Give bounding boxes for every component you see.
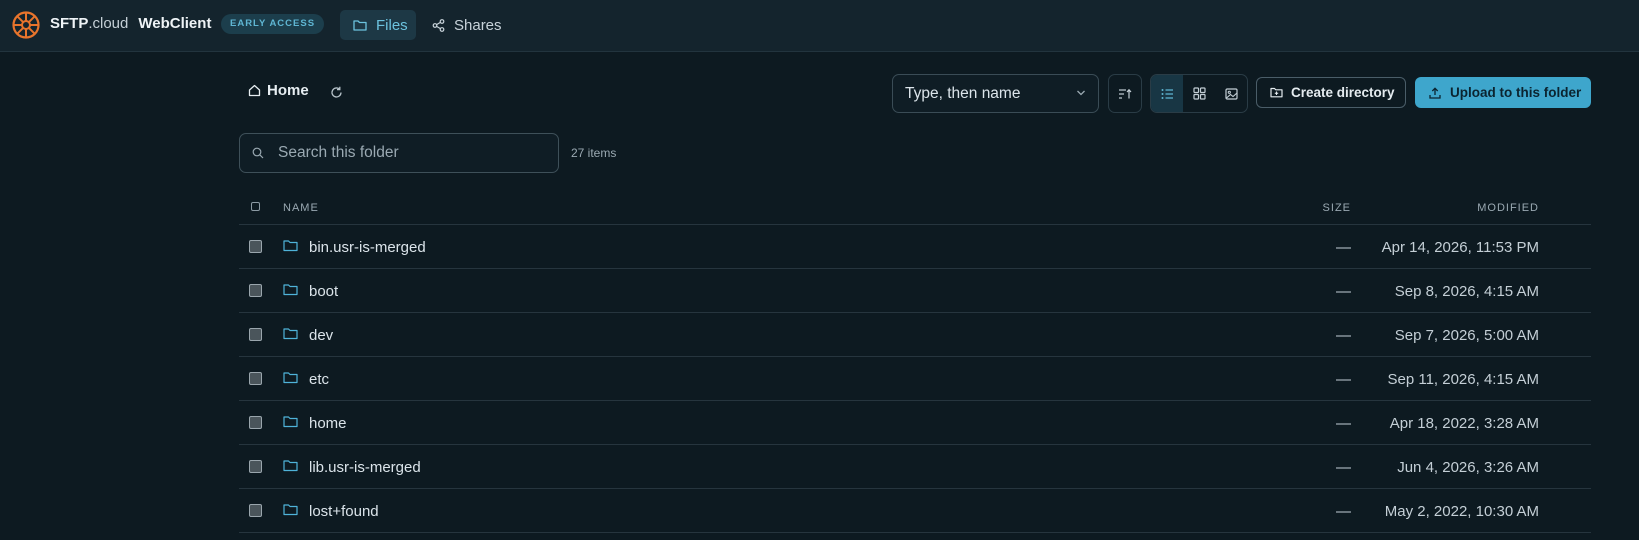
row-checkbox[interactable] bbox=[249, 328, 262, 341]
nav-shares-label: Shares bbox=[454, 16, 502, 34]
brand-suffix: .cloud bbox=[88, 15, 129, 32]
file-size: — bbox=[1336, 283, 1351, 300]
folder-icon bbox=[283, 240, 298, 252]
file-name[interactable]: home bbox=[309, 415, 347, 432]
list-icon bbox=[1161, 88, 1173, 99]
search-input[interactable] bbox=[276, 134, 554, 172]
refresh-icon[interactable] bbox=[330, 86, 343, 99]
sort-ascending-icon bbox=[1119, 88, 1132, 99]
file-size: — bbox=[1336, 415, 1351, 432]
grid-view-button[interactable] bbox=[1183, 75, 1215, 112]
table-row[interactable]: lost+found — May 2, 2022, 10:30 AM bbox=[239, 489, 1591, 533]
file-name[interactable]: lib.usr-is-merged bbox=[309, 459, 421, 476]
sort-select-value: Type, then name bbox=[905, 85, 1021, 102]
table-row[interactable]: boot — Sep 8, 2026, 4:15 AM bbox=[239, 269, 1591, 313]
table-row[interactable]: lib.usr-is-merged — Jun 4, 2026, 3:26 AM bbox=[239, 445, 1591, 489]
column-header-size[interactable]: SIZE bbox=[1323, 202, 1351, 214]
breadcrumb-home[interactable]: Home bbox=[248, 82, 309, 99]
create-directory-button[interactable]: Create directory bbox=[1256, 77, 1406, 108]
search-box bbox=[239, 133, 559, 173]
row-checkbox[interactable] bbox=[249, 460, 262, 473]
file-size: — bbox=[1336, 503, 1351, 520]
upload-label: Upload to this folder bbox=[1450, 85, 1582, 100]
nav-files-label: Files bbox=[376, 16, 408, 34]
folder-icon bbox=[353, 20, 367, 31]
file-size: — bbox=[1336, 327, 1351, 344]
file-name[interactable]: bin.usr-is-merged bbox=[309, 239, 426, 256]
view-mode-toggle bbox=[1150, 74, 1248, 113]
gallery-view-button[interactable] bbox=[1215, 75, 1247, 112]
upload-icon bbox=[1429, 86, 1441, 99]
list-view-button[interactable] bbox=[1151, 75, 1183, 112]
ship-wheel-icon[interactable] bbox=[11, 10, 41, 40]
file-name[interactable]: boot bbox=[309, 283, 338, 300]
file-modified: Apr 18, 2022, 3:28 AM bbox=[1389, 415, 1539, 432]
select-all-checkbox[interactable] bbox=[251, 202, 260, 211]
row-checkbox[interactable] bbox=[249, 416, 262, 429]
file-size: — bbox=[1336, 459, 1351, 476]
file-name[interactable]: etc bbox=[309, 371, 329, 388]
image-icon bbox=[1224, 87, 1238, 100]
folder-icon bbox=[283, 460, 298, 472]
folder-icon bbox=[283, 372, 298, 384]
folder-icon bbox=[283, 504, 298, 516]
product-name: WebClient bbox=[138, 15, 212, 32]
file-name[interactable]: dev bbox=[309, 327, 333, 344]
file-size: — bbox=[1336, 239, 1351, 256]
table-row[interactable]: home — Apr 18, 2022, 3:28 AM bbox=[239, 401, 1591, 445]
brand-name: SFTP bbox=[50, 15, 89, 32]
folder-icon bbox=[283, 284, 298, 296]
file-modified: May 2, 2022, 10:30 AM bbox=[1384, 503, 1539, 520]
file-name[interactable]: lost+found bbox=[309, 503, 379, 520]
file-size: — bbox=[1336, 371, 1351, 388]
row-checkbox[interactable] bbox=[249, 240, 262, 253]
file-modified: Sep 8, 2026, 4:15 AM bbox=[1394, 283, 1539, 300]
search-icon bbox=[252, 147, 264, 159]
early-access-badge: EARLY ACCESS bbox=[221, 14, 325, 34]
sort-select[interactable]: Type, then name bbox=[892, 74, 1099, 113]
home-icon bbox=[248, 84, 261, 97]
column-header-name[interactable]: NAME bbox=[283, 202, 319, 214]
nav-tab-shares[interactable]: Shares bbox=[432, 10, 502, 40]
sort-direction-button[interactable] bbox=[1108, 74, 1142, 113]
file-modified: Jun 4, 2026, 3:26 AM bbox=[1397, 459, 1539, 476]
file-modified: Sep 11, 2026, 4:15 AM bbox=[1387, 371, 1539, 388]
file-list: bin.usr-is-merged — Apr 14, 2026, 11:53 … bbox=[239, 225, 1591, 533]
folder-icon bbox=[283, 328, 298, 340]
items-count: 27 items bbox=[571, 146, 617, 160]
folder-plus-icon bbox=[1270, 87, 1283, 98]
folder-icon bbox=[283, 416, 298, 428]
upload-button[interactable]: Upload to this folder bbox=[1415, 77, 1591, 108]
grid-icon bbox=[1192, 87, 1206, 100]
row-checkbox[interactable] bbox=[249, 284, 262, 297]
table-row[interactable]: bin.usr-is-merged — Apr 14, 2026, 11:53 … bbox=[239, 225, 1591, 269]
row-checkbox[interactable] bbox=[249, 504, 262, 517]
create-directory-label: Create directory bbox=[1291, 85, 1395, 100]
table-row[interactable]: dev — Sep 7, 2026, 5:00 AM bbox=[239, 313, 1591, 357]
top-bar: SFTP.cloud WebClient EARLY ACCESS Files S… bbox=[0, 0, 1639, 52]
column-header-modified[interactable]: MODIFIED bbox=[1477, 202, 1539, 214]
file-modified: Apr 14, 2026, 11:53 PM bbox=[1381, 239, 1539, 256]
row-checkbox[interactable] bbox=[249, 372, 262, 385]
share-icon bbox=[432, 18, 445, 32]
brand[interactable]: SFTP.cloud WebClient bbox=[50, 15, 211, 33]
breadcrumb-home-label: Home bbox=[267, 82, 309, 99]
file-modified: Sep 7, 2026, 5:00 AM bbox=[1394, 327, 1539, 344]
nav-tab-files[interactable]: Files bbox=[340, 10, 416, 40]
table-header: NAME SIZE MODIFIED bbox=[239, 192, 1591, 225]
chevron-down-icon bbox=[1077, 90, 1085, 96]
table-row[interactable]: etc — Sep 11, 2026, 4:15 AM bbox=[239, 357, 1591, 401]
